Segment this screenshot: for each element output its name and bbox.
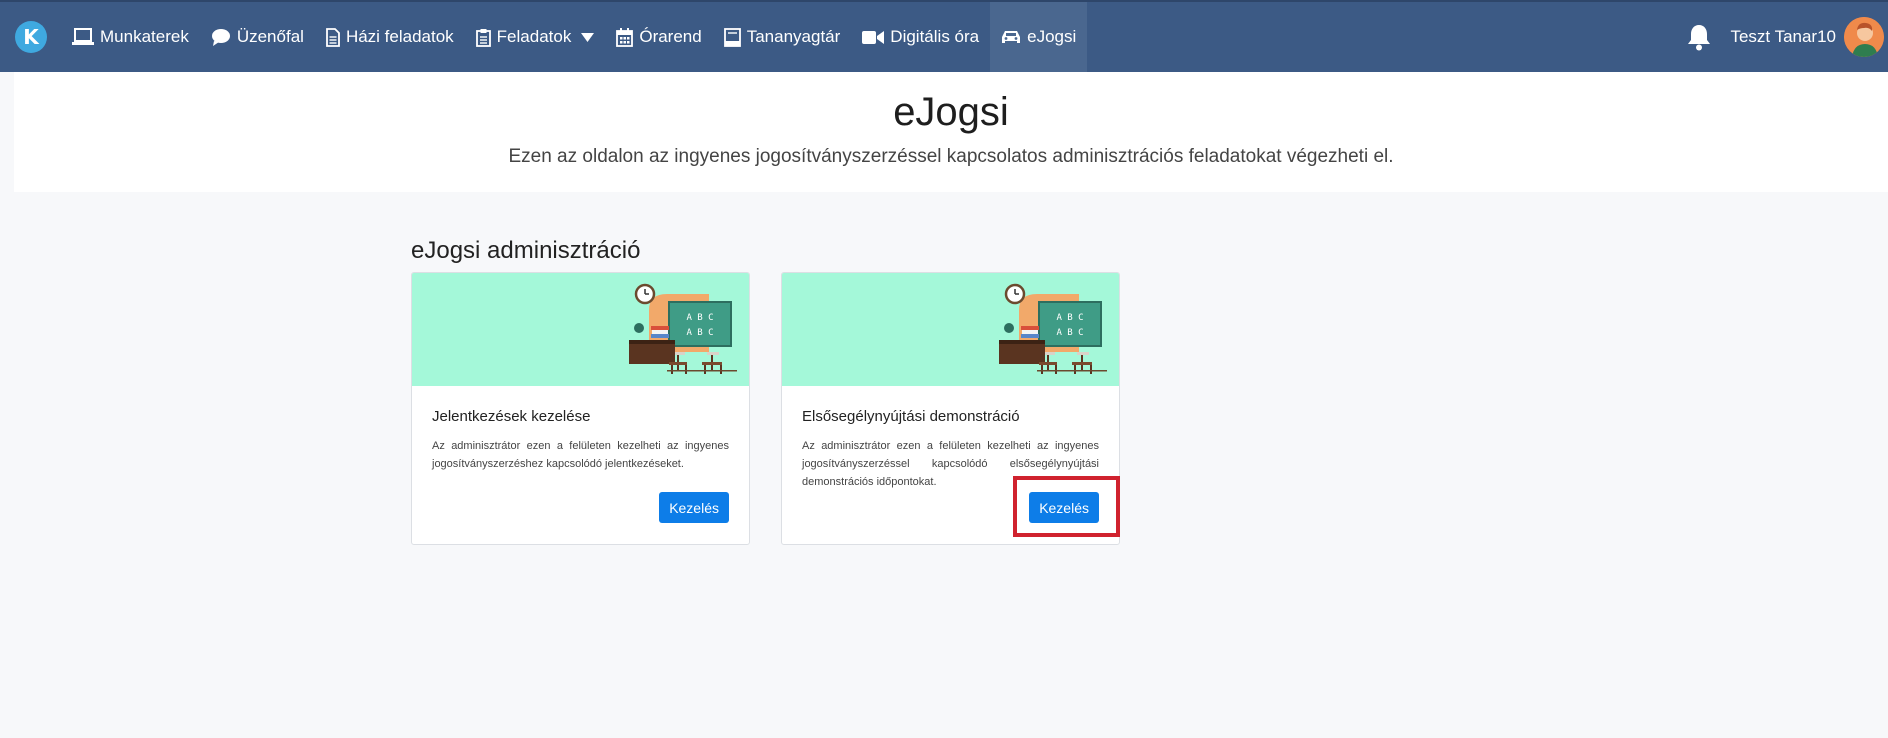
nav-label: Digitális óra [890,27,980,46]
page-subtitle: Ezen az oldalon az ingyenes jogosítványs… [508,146,1394,167]
user-name[interactable]: Teszt Tanar10 [1730,27,1836,47]
nav-label: Feladatok [496,27,572,46]
nav-label: Munkaterek [100,27,189,46]
car-icon [1002,31,1021,43]
user-avatar[interactable] [1844,17,1884,57]
file-icon [326,27,340,47]
nav-item-ejogsi[interactable]: eJogsi [990,2,1088,72]
nav-label: Órarend [639,27,702,46]
nav-item-orarend[interactable]: Órarend [605,2,712,72]
card-jelentkezesek: A B C A B C Jelentkezések kezelése Az ad… [411,272,750,545]
highlight-box [1013,476,1120,537]
page-header: eJogsi Ezen az oldalon az ingyenes jogos… [14,72,1888,192]
nav-user-area: Teszt Tanar10 [1686,2,1888,72]
section-title: eJogsi adminisztráció [411,237,641,264]
page-title: eJogsi [893,90,1009,134]
card-body: Jelentkezések kezelése Az adminisztrátor… [412,386,749,544]
book-icon [723,27,741,47]
laptop-icon [72,28,94,45]
nav-label: Házi feladatok [345,27,454,46]
classroom-illustration: A B C A B C [629,283,737,374]
brand-logo[interactable]: K [15,21,47,53]
nav-item-feladatok[interactable]: Feladatok [465,2,606,72]
nav-item-munkaterek[interactable]: Munkaterek [61,2,200,72]
nav-label: Tananyagtár [746,27,841,46]
card-title: Elsősegélynyújtási demonstráció [802,408,1020,425]
card-banner: A B C A B C [412,273,749,386]
nav-label: eJogsi [1027,27,1077,46]
card-banner: A B C A B C [782,273,1119,386]
card-description: Az adminisztrátor ezen a felületen kezel… [432,440,729,470]
calendar-icon [616,27,634,47]
caret-down-icon [581,32,595,42]
nav-item-digitalis-ora[interactable]: Digitális óra [851,2,990,72]
nav-item-uzenofal[interactable]: Üzenőfal [200,2,315,72]
classroom-illustration: A B C A B C [999,283,1107,374]
card-title: Jelentkezések kezelése [432,408,591,425]
clipboard-icon [475,28,491,47]
nav-item-hazi-feladatok[interactable]: Házi feladatok [315,2,465,72]
board-text-line-1: A B C [686,313,713,323]
comment-icon [211,29,230,46]
bell-icon[interactable] [1686,23,1712,51]
video-icon [862,30,885,44]
board-text-line-1: A B C [1056,313,1083,323]
board-text-line-2: A B C [1056,328,1083,338]
top-navbar: K Munkaterek Üzenőfal Házi feladatok Fel… [0,0,1888,72]
kezeles-button-jelentkezesek[interactable]: Kezelés [659,492,729,523]
board-text-line-2: A B C [686,328,713,338]
nav-label: Üzenőfal [236,27,304,46]
nav-item-tananyagtar[interactable]: Tananyagtár [713,2,852,72]
